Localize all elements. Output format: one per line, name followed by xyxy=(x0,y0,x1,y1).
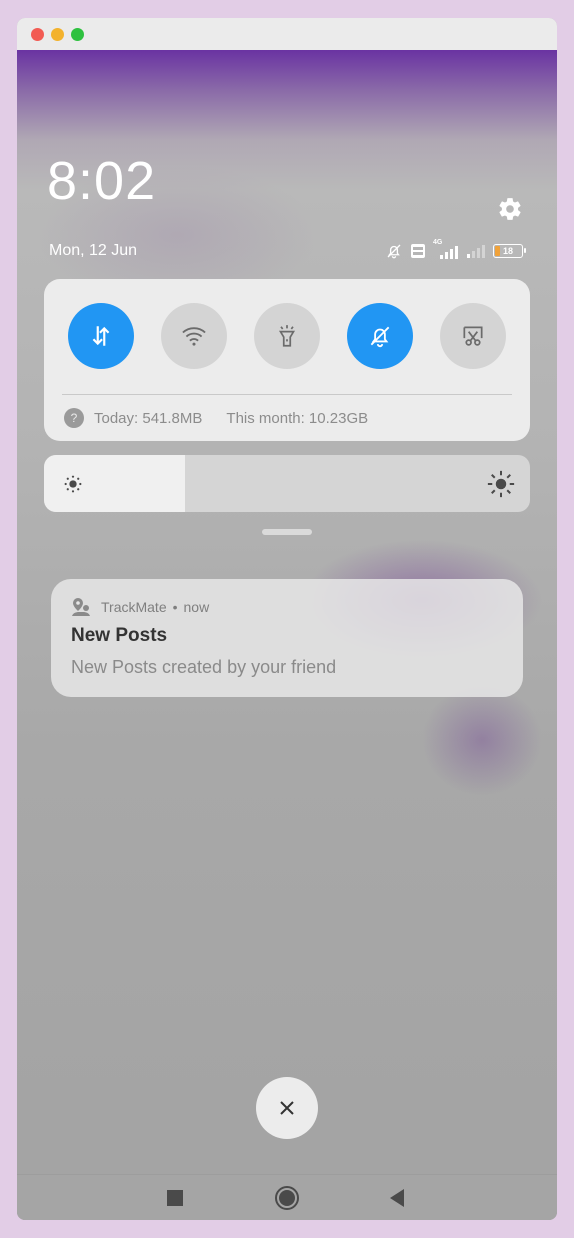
status-icons: 4G 18 xyxy=(385,239,526,262)
close-window-button[interactable] xyxy=(31,28,44,41)
notification-header: TrackMate • now xyxy=(71,597,209,617)
flashlight-icon xyxy=(278,325,296,347)
screenshot-toggle[interactable] xyxy=(440,303,506,369)
signal-4g-icon: 4G xyxy=(433,239,459,260)
brightness-low-icon xyxy=(64,475,82,493)
help-icon: ? xyxy=(64,408,84,428)
volte-icon xyxy=(411,244,425,258)
clear-notifications-button[interactable] xyxy=(256,1077,318,1139)
notification-app-name: TrackMate xyxy=(101,599,167,615)
wifi-icon xyxy=(182,327,206,346)
data-arrows-icon xyxy=(92,326,110,346)
scissors-icon xyxy=(463,326,483,346)
brightness-high-icon xyxy=(487,470,515,498)
drag-handle[interactable] xyxy=(262,529,312,535)
brightness-slider[interactable] xyxy=(44,455,530,512)
app-window: 8:02 Mon, 12 Jun 4G 18 ? Today: 541.8MB … xyxy=(17,18,557,1220)
wifi-toggle[interactable] xyxy=(161,303,227,369)
mobile-data-toggle[interactable] xyxy=(68,303,134,369)
silent-toggle[interactable] xyxy=(347,303,413,369)
data-usage-month: This month: 10.23GB xyxy=(226,409,369,427)
back-button[interactable] xyxy=(379,1181,415,1215)
battery-level: 18 xyxy=(502,246,513,256)
notification-shade: 8:02 Mon, 12 Jun 4G 18 ? Today: 541.8MB … xyxy=(17,50,557,1220)
flashlight-toggle[interactable] xyxy=(254,303,320,369)
battery-icon: 18 xyxy=(493,244,526,258)
date: Mon, 12 Jun xyxy=(49,242,138,259)
quick-settings-panel: ? Today: 541.8MB This month: 10.23GB xyxy=(44,279,530,441)
settings-gear-icon[interactable] xyxy=(497,196,523,222)
square-icon xyxy=(167,1190,183,1206)
bell-off-icon xyxy=(387,244,401,259)
triangle-back-icon xyxy=(390,1189,404,1207)
close-icon xyxy=(280,1101,294,1115)
clock: 8:02 xyxy=(47,151,157,211)
circle-icon xyxy=(275,1186,299,1210)
notification-time: now xyxy=(183,599,210,615)
notification-body: New Posts created by your friend xyxy=(71,657,337,677)
data-usage[interactable]: ? Today: 541.8MB This month: 10.23GB xyxy=(64,407,368,429)
navigation-bar xyxy=(17,1174,557,1220)
trackmate-app-icon xyxy=(72,598,90,616)
bell-off-icon xyxy=(370,326,390,348)
window-titlebar xyxy=(17,18,557,50)
divider xyxy=(62,394,512,395)
minimize-window-button[interactable] xyxy=(51,28,64,41)
maximize-window-button[interactable] xyxy=(71,28,84,41)
notification-separator: • xyxy=(172,599,178,615)
notification-title: New Posts xyxy=(71,625,168,646)
home-button[interactable] xyxy=(269,1181,305,1215)
data-usage-today: Today: 541.8MB xyxy=(94,409,203,427)
notification-card[interactable]: TrackMate • now New Posts New Posts crea… xyxy=(51,579,523,697)
recents-button[interactable] xyxy=(157,1181,193,1215)
signal-icon xyxy=(467,245,485,258)
